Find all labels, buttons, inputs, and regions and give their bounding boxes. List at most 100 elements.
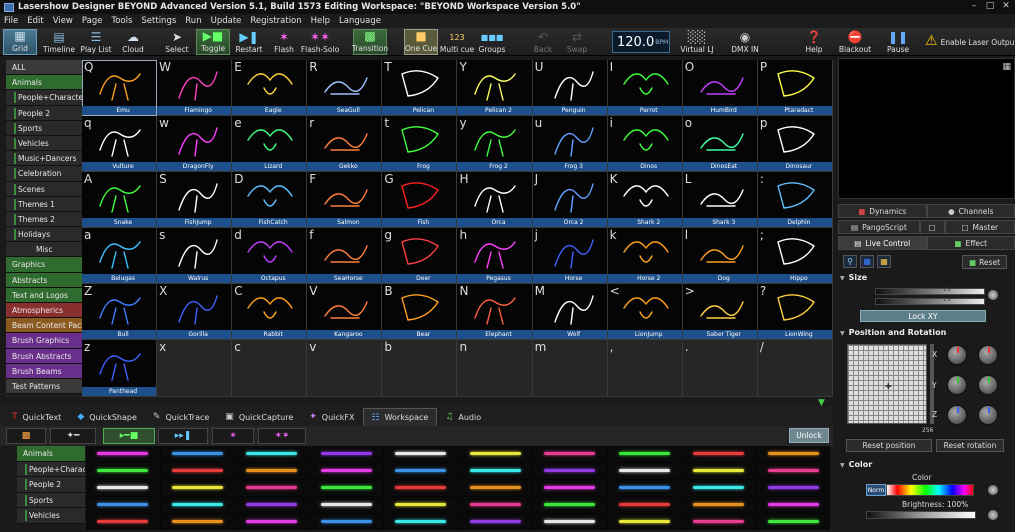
maximize-icon[interactable]: □ [985, 1, 995, 11]
cue-cell[interactable]: E Eagle [232, 60, 308, 117]
bpm-display[interactable]: 120.0 BPM [612, 31, 670, 53]
tab-master[interactable]: □ Master [944, 220, 1015, 234]
size-slider-a[interactable] [875, 288, 985, 295]
one-cue-button[interactable]: ■ One Cue [404, 29, 438, 55]
tab-quickcapture[interactable]: ▣ QuickCapture [217, 408, 301, 426]
workspace-cue[interactable] [458, 480, 532, 496]
workspace-cue[interactable] [309, 514, 383, 530]
toggle-button[interactable]: ▶■ Toggle [196, 29, 230, 55]
workspace-cue[interactable] [458, 514, 532, 530]
toggle-mode-icon[interactable]: ▸━■ [103, 428, 155, 444]
cue-cell[interactable]: F Salmon [307, 172, 383, 229]
category-item[interactable]: Themes 2 [6, 211, 82, 228]
color-spectrum-slider[interactable] [886, 484, 974, 496]
cue-cell[interactable]: ? LionWing [757, 284, 833, 341]
menu-file[interactable]: File [4, 16, 18, 26]
workspace-cue[interactable] [86, 514, 160, 530]
category-item[interactable]: Celebration [6, 166, 82, 182]
dmx-in-button[interactable]: ◉ DMX IN [730, 29, 760, 55]
workspace-tool-icon[interactable]: ▩ [6, 428, 46, 444]
x-rotation-dial[interactable] [978, 345, 998, 365]
restart-button[interactable]: ▶❚ Restart [233, 29, 265, 55]
workspace-cue[interactable] [384, 446, 458, 462]
workspace-cue[interactable] [458, 497, 532, 513]
square-icon[interactable]: ■ [860, 255, 874, 268]
cue-cell[interactable]: . [682, 340, 758, 397]
category-item[interactable]: Brush Abstracts [6, 348, 82, 364]
cue-cell[interactable]: > Saber Tiger [682, 284, 758, 341]
menu-registration[interactable]: Registration [250, 16, 301, 26]
category-item[interactable]: Brush Beams [6, 363, 82, 379]
menu-page[interactable]: Page [82, 16, 103, 26]
reset-position-button[interactable]: Reset position [846, 439, 932, 452]
wand-icon[interactable]: ✦━ [50, 428, 96, 444]
workspace-cue[interactable] [607, 480, 681, 496]
workspace-cue[interactable] [160, 480, 234, 496]
cue-cell[interactable]: P Ptaradact [757, 60, 833, 117]
cue-cell[interactable]: B Bear [382, 284, 458, 341]
cue-cell[interactable]: H Orca [457, 172, 533, 229]
workspace-cue[interactable] [756, 463, 830, 479]
cloud-button[interactable]: ☁ Cloud [118, 29, 148, 55]
cue-cell[interactable]: < LionJump [607, 284, 683, 341]
workspace-cue[interactable] [384, 480, 458, 496]
lock-xy-toggle[interactable]: Lock XY [860, 310, 986, 322]
y-position-dial[interactable] [947, 375, 967, 395]
cue-cell[interactable]: L Shark 3 [682, 172, 758, 229]
palette-icon[interactable]: ▦ [877, 255, 891, 268]
close-icon[interactable]: ✕ [1001, 1, 1011, 11]
cue-cell[interactable]: a Belugas [82, 228, 158, 285]
workspace-cue[interactable] [86, 463, 160, 479]
workspace-cue[interactable] [235, 463, 309, 479]
cue-cell[interactable]: v [307, 340, 383, 397]
category-item[interactable]: Music+Dancers [6, 151, 82, 167]
cue-cell[interactable]: Q Emu [82, 60, 158, 117]
workspace-cue[interactable] [682, 514, 756, 530]
pause-button[interactable]: ❚❚ Pause [884, 29, 912, 55]
multi-cue-button[interactable]: 123 Multi cue [440, 29, 474, 55]
cue-cell[interactable]: ; Hippo [757, 228, 833, 285]
workspace-cue[interactable] [86, 446, 160, 462]
category-item[interactable]: Atmospherics [6, 303, 82, 319]
category-item[interactable]: Sports [6, 120, 82, 136]
category-item[interactable]: Vehicles [6, 135, 82, 152]
unlock-button[interactable]: Unlock [789, 428, 829, 443]
position-xy-pad[interactable]: ✚ [847, 344, 927, 424]
flash-mode-icon[interactable]: ✶ [212, 428, 254, 444]
tab-dynamics[interactable]: ■ Dynamics [838, 204, 927, 218]
workspace-cue[interactable] [235, 446, 309, 462]
workspace-cue[interactable] [533, 514, 607, 530]
brightness-knob[interactable] [988, 510, 998, 520]
preview-grid-icon[interactable]: ▦ [1002, 62, 1011, 72]
tab-quickfx[interactable]: ✦ QuickFX [301, 408, 362, 426]
category-item[interactable]: ALL [6, 60, 82, 76]
category-item[interactable]: Misc [6, 242, 82, 258]
virtual-lj-button[interactable]: ░░ Virtual LJ [680, 29, 714, 55]
cue-cell[interactable]: x [157, 340, 233, 397]
workspace-cue[interactable] [160, 514, 234, 530]
cue-cell[interactable]: D FishCatch [232, 172, 308, 229]
cue-cell[interactable]: S FishJump [157, 172, 233, 229]
select-button[interactable]: ➤ Select [162, 29, 192, 55]
tab-quicktext[interactable]: T QuickText [4, 408, 69, 426]
workspace-cue[interactable] [607, 497, 681, 513]
category-item[interactable]: Test Patterns [6, 378, 82, 395]
size-slider-b[interactable] [875, 298, 985, 305]
tab-page[interactable]: □ [919, 220, 945, 234]
reset-rotation-button[interactable]: Reset rotation [936, 439, 1004, 452]
cue-cell[interactable]: o DinosEat [682, 116, 758, 173]
cue-cell[interactable]: n [457, 340, 533, 397]
tab-quicktrace[interactable]: ✎ QuickTrace [145, 408, 217, 426]
size-knob[interactable] [988, 290, 998, 300]
tab-channels[interactable]: ● Channels [926, 204, 1015, 218]
menu-help[interactable]: Help [311, 16, 330, 26]
workspace-cue[interactable] [384, 463, 458, 479]
menu-run[interactable]: Run [185, 16, 201, 26]
transition-button[interactable]: ▩ Transition [352, 29, 388, 55]
cue-cell[interactable]: T Pelican [382, 60, 458, 117]
workspace-category-item[interactable]: Sports [17, 492, 85, 508]
workspace-cue[interactable] [458, 463, 532, 479]
workspace-cue[interactable] [86, 497, 160, 513]
cue-cell[interactable]: q Vulture [82, 116, 158, 173]
tab-quickshape[interactable]: ◆ QuickShape [69, 408, 145, 426]
